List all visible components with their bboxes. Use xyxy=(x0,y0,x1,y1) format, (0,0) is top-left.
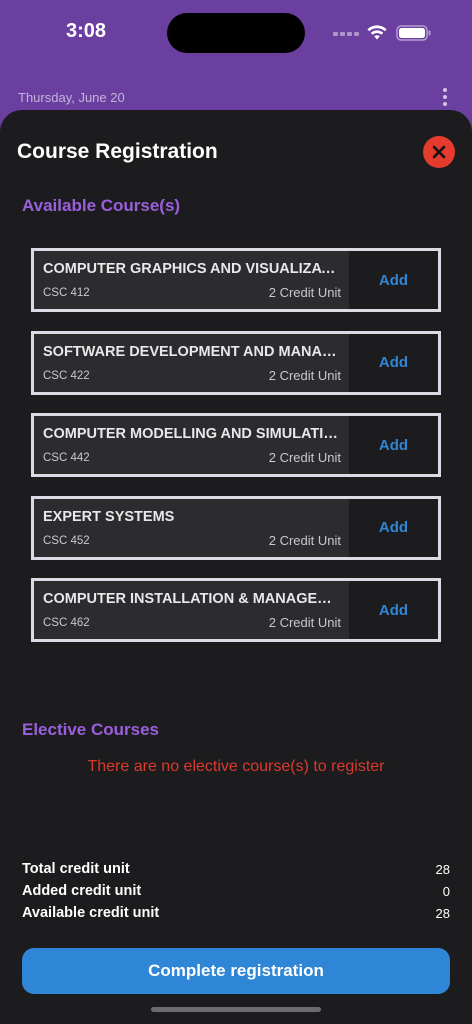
course-card: COMPUTER GRAPHICS AND VISUALIZATION CSC … xyxy=(31,248,441,312)
course-info: SOFTWARE DEVELOPMENT AND MANAGEMENT CSC … xyxy=(34,333,349,392)
summary-value: 0 xyxy=(442,883,450,899)
more-options-icon[interactable] xyxy=(436,86,454,108)
add-course-button[interactable]: Add xyxy=(349,334,438,392)
close-button[interactable] xyxy=(423,136,455,168)
complete-registration-button[interactable]: Complete registration xyxy=(22,948,450,994)
course-name: EXPERT SYSTEMS xyxy=(43,508,175,525)
course-code: CSC 442 xyxy=(43,452,90,464)
add-course-button[interactable]: Add xyxy=(349,499,438,557)
summary-row-added: Added credit unit 0 xyxy=(22,880,450,902)
course-name: SOFTWARE DEVELOPMENT AND MANAGEMENT xyxy=(43,343,343,360)
course-credit: 2 Credit Unit xyxy=(268,532,341,548)
course-registration-sheet: Course Registration Available Course(s) … xyxy=(0,110,472,1024)
add-course-button[interactable]: Add xyxy=(349,251,438,309)
summary-label: Total credit unit xyxy=(22,861,130,877)
home-indicator xyxy=(151,1007,321,1012)
course-card: EXPERT SYSTEMS CSC 452 2 Credit Unit Add xyxy=(31,495,441,560)
elective-courses-heading: Elective Courses xyxy=(22,720,160,739)
battery-icon xyxy=(396,25,431,41)
cellular-signal-icon xyxy=(333,30,359,38)
summary-label: Available credit unit xyxy=(22,905,160,921)
course-name: COMPUTER GRAPHICS AND VISUALIZATION xyxy=(43,261,343,277)
course-info: COMPUTER INSTALLATION & MANAGEMENT CSC 4… xyxy=(34,581,349,639)
summary-value: 28 xyxy=(435,905,450,921)
summary-value: 28 xyxy=(435,861,450,877)
summary-row-total: Total credit unit 28 xyxy=(22,858,450,880)
summary-label: Added credit unit xyxy=(22,883,142,899)
add-course-button[interactable]: Add xyxy=(349,416,438,474)
status-time: 3:08 xyxy=(66,20,107,42)
available-courses-heading: Available Course(s) xyxy=(22,196,181,215)
credit-summary: Total credit unit 28 Added credit unit 0… xyxy=(22,858,450,924)
dynamic-island xyxy=(167,13,305,53)
wifi-icon xyxy=(367,25,387,40)
course-credit: 2 Credit Unit xyxy=(268,615,341,630)
course-card: SOFTWARE DEVELOPMENT AND MANAGEMENT CSC … xyxy=(31,330,441,395)
course-credit: 2 Credit Unit xyxy=(268,450,341,465)
course-credit: 2 Credit Unit xyxy=(268,367,341,383)
course-card: COMPUTER INSTALLATION & MANAGEMENT CSC 4… xyxy=(31,578,441,642)
summary-row-available: Available credit unit 28 xyxy=(22,902,450,924)
course-info: EXPERT SYSTEMS CSC 452 2 Credit Unit xyxy=(34,498,349,557)
course-code: CSC 452 xyxy=(43,534,90,547)
course-info: COMPUTER MODELLING AND SIMULATION CSC 44… xyxy=(34,416,349,474)
no-elective-message: There are no elective course(s) to regis… xyxy=(87,758,385,775)
close-icon xyxy=(432,145,446,159)
add-course-button[interactable]: Add xyxy=(349,581,438,639)
course-credit: 2 Credit Unit xyxy=(268,285,341,300)
available-course-list: COMPUTER GRAPHICS AND VISUALIZATION CSC … xyxy=(31,248,441,661)
date-label: Thursday, June 20 xyxy=(18,90,125,105)
course-name: COMPUTER MODELLING AND SIMULATION xyxy=(43,426,343,442)
course-info: COMPUTER GRAPHICS AND VISUALIZATION CSC … xyxy=(34,251,349,309)
course-code: CSC 422 xyxy=(43,369,90,382)
course-code: CSC 462 xyxy=(43,617,90,629)
course-card: COMPUTER MODELLING AND SIMULATION CSC 44… xyxy=(31,413,441,477)
status-bar: 3:08 xyxy=(0,0,472,64)
course-code: CSC 412 xyxy=(43,287,90,299)
course-name: COMPUTER INSTALLATION & MANAGEMENT xyxy=(43,591,343,607)
sheet-title: Course Registration xyxy=(17,140,218,163)
